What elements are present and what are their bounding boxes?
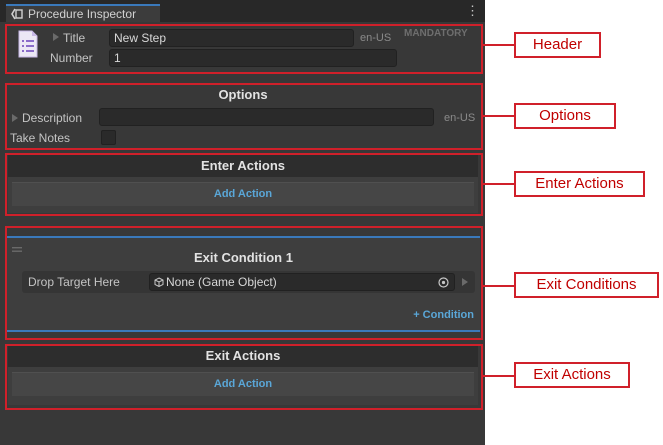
- inspector-icon: [11, 8, 23, 20]
- exit-actions-callout: Exit Actions: [514, 362, 630, 388]
- header-callout: Header: [514, 32, 601, 58]
- enter-actions-callout: Enter Actions: [514, 171, 645, 197]
- tab-bar: Procedure Inspector ⋮: [0, 0, 485, 22]
- enter-actions-connector: [483, 183, 514, 185]
- tab-title: Procedure Inspector: [28, 7, 137, 21]
- exit-actions-annotation-box: [5, 344, 483, 410]
- more-menu-icon[interactable]: ⋮: [466, 4, 479, 17]
- exit-conditions-connector: [483, 285, 514, 287]
- options-annotation-box: [5, 83, 483, 150]
- tab-procedure-inspector[interactable]: Procedure Inspector: [6, 4, 160, 22]
- header-annotation-box: [5, 24, 483, 74]
- enter-actions-annotation-box: [5, 153, 483, 216]
- exit-conditions-annotation-box: [5, 226, 483, 340]
- exit-conditions-callout: Exit Conditions: [514, 272, 659, 298]
- options-connector: [483, 115, 514, 117]
- exit-actions-connector: [483, 375, 514, 377]
- header-connector: [483, 44, 514, 46]
- options-callout: Options: [514, 103, 616, 129]
